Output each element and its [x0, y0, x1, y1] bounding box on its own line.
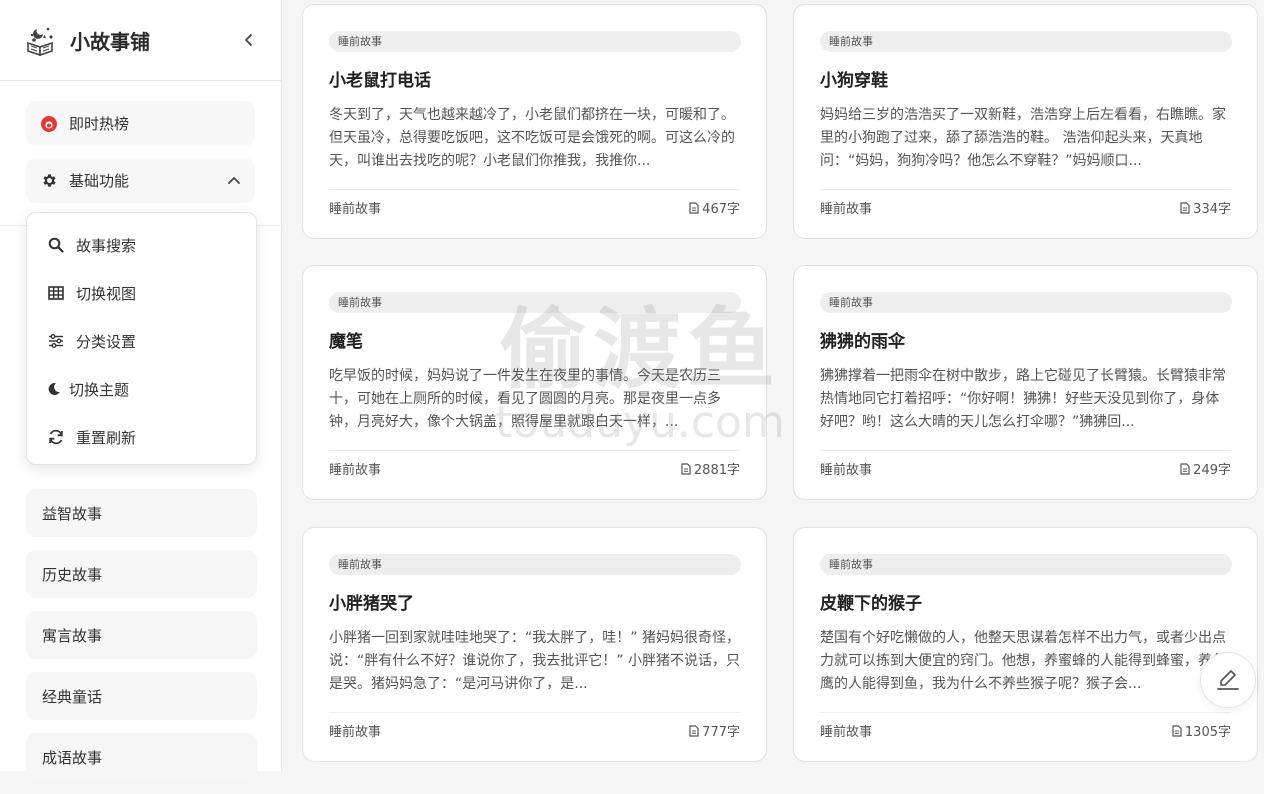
story-word-count: 1305字 [1172, 721, 1231, 740]
chevron-left-icon [245, 34, 252, 46]
pen-icon [1217, 670, 1239, 690]
nav-item-basic-label: 基础功能 [69, 172, 130, 190]
story-excerpt: 吃早饭的时候，妈妈说了一件发生在夜里的事情。今天是农历三十，可她在上厕所的时候，… [329, 368, 721, 430]
sliders-icon [47, 332, 65, 350]
nav-item-hot[interactable]: 即时热榜 [26, 101, 255, 146]
story-category: 睡前故事 [329, 463, 382, 478]
menu-item-category-settings[interactable]: 分类设置 [27, 317, 256, 365]
story-card[interactable]: 睡前故事 小胖猪哭了 小胖猪一回到家就哇哇地哭了：“我太胖了，哇！” 猪妈妈很奇… [302, 527, 767, 762]
nav-item-hot-label: 即时热榜 [69, 115, 130, 133]
story-card[interactable]: 睡前故事 皮鞭下的猴子 楚国有个好吃懒做的人，他整天思谋着怎样不出力气，或者少出… [793, 527, 1258, 762]
story-word-count-value: 1305字 [1184, 725, 1231, 740]
story-category: 睡前故事 [820, 463, 873, 478]
brand-title: 小故事铺 [70, 29, 150, 54]
brand-header: 小故事铺 [0, 0, 281, 81]
story-title: 皮鞭下的猴子 [820, 594, 922, 614]
story-excerpt: 狒狒撑着一把雨伞在树中散步，路上它碰见了长臂猿。长臂猿非常热情地同它打着招呼：“… [820, 368, 1226, 430]
story-card[interactable]: 睡前故事 小狗穿鞋 妈妈给三岁的浩浩买了一双新鞋，浩浩穿上后左看看，右瞧瞧。家里… [793, 4, 1258, 239]
story-word-count: 334字 [1180, 198, 1231, 217]
nav-item-basic[interactable]: 基础功能 [26, 158, 255, 203]
story-footer: 睡前故事 2881字 [329, 450, 740, 486]
menu-item-switch-view[interactable]: 切换视图 [27, 269, 256, 317]
story-tag: 睡前故事 [820, 292, 1232, 313]
document-icon [689, 201, 699, 214]
document-icon [689, 724, 699, 737]
story-word-count-value: 467字 [702, 202, 740, 217]
story-word-count: 2881字 [681, 459, 740, 478]
story-excerpt: 楚国有个好吃懒做的人，他整天思谋着怎样不出力气，或者少出点力就可以拣到大便宜的窍… [820, 630, 1226, 692]
sidebar-nav: 即时热榜 基础功能 [0, 81, 281, 203]
story-title: 小狗穿鞋 [820, 71, 888, 91]
story-word-count: 777字 [689, 721, 740, 740]
document-icon [681, 462, 691, 475]
refresh-icon [47, 428, 65, 446]
category-list: 益智故事 历史故事 寓言故事 经典童话 成语故事 [26, 489, 257, 794]
fire-icon [40, 115, 58, 133]
story-excerpt: 小胖猪一回到家就哇哇地哭了：“我太胖了，哇！” 猪妈妈很奇怪，说：“胖有什么不好… [329, 630, 740, 692]
story-category: 睡前故事 [329, 725, 382, 740]
document-icon [1180, 462, 1190, 475]
menu-item-search-label: 故事搜索 [76, 236, 137, 255]
document-icon [1172, 724, 1182, 737]
story-title: 小胖猪哭了 [329, 594, 414, 614]
story-word-count-value: 249字 [1193, 463, 1231, 478]
story-card[interactable]: 睡前故事 小老鼠打电话 冬天到了，天气也越来越冷了，小老鼠们都挤在一块，可暖和了… [302, 4, 767, 239]
category-item-history[interactable]: 历史故事 [26, 550, 257, 598]
menu-item-category-settings-label: 分类设置 [76, 332, 137, 351]
story-category: 睡前故事 [820, 725, 873, 740]
story-word-count: 467字 [689, 198, 740, 217]
book-logo-icon [27, 27, 53, 57]
grid-icon [47, 284, 65, 302]
menu-item-reset-refresh-label: 重置刷新 [76, 428, 137, 447]
search-icon [47, 236, 65, 254]
story-tag: 睡前故事 [329, 554, 741, 575]
menu-item-switch-theme[interactable]: 切换主题 [27, 365, 256, 413]
story-title: 魔笔 [329, 332, 363, 352]
gear-icon [40, 172, 58, 190]
story-word-count-value: 2881字 [693, 463, 740, 478]
story-footer: 睡前故事 777字 [329, 712, 740, 748]
story-category: 睡前故事 [820, 202, 873, 217]
category-item-fable[interactable]: 寓言故事 [26, 611, 257, 659]
story-grid: 睡前故事 小老鼠打电话 冬天到了，天气也越来越冷了，小老鼠们都挤在一块，可暖和了… [282, 0, 1264, 771]
story-excerpt: 妈妈给三岁的浩浩买了一双新鞋，浩浩穿上后左看看，右瞧瞧。家里的小狗跑了过来，舔了… [820, 107, 1226, 169]
menu-item-search[interactable]: 故事搜索 [27, 221, 256, 269]
menu-item-reset-refresh[interactable]: 重置刷新 [27, 413, 256, 461]
story-tag: 睡前故事 [820, 31, 1232, 52]
chevron-up-icon [228, 176, 240, 184]
story-excerpt: 冬天到了，天气也越来越冷了，小老鼠们都挤在一块，可暖和了。但天虽冷，总得要吃饭吧… [329, 107, 735, 169]
story-tag: 睡前故事 [329, 31, 741, 52]
moon-icon [47, 380, 61, 398]
write-story-button[interactable] [1200, 652, 1256, 708]
story-card[interactable]: 睡前故事 魔笔 吃早饭的时候，妈妈说了一件发生在夜里的事情。今天是农历三十，可她… [302, 265, 767, 500]
story-title: 狒狒的雨伞 [820, 332, 905, 352]
story-footer: 睡前故事 334字 [820, 189, 1231, 225]
story-footer: 睡前故事 1305字 [820, 712, 1231, 748]
story-word-count-value: 777字 [702, 725, 740, 740]
story-footer: 睡前故事 467字 [329, 189, 740, 225]
story-title: 小老鼠打电话 [329, 71, 431, 91]
document-icon [1180, 201, 1190, 214]
basic-functions-dropdown: 故事搜索 切换视图 分类设置 切换主题 重置刷新 [26, 212, 257, 465]
story-word-count-value: 334字 [1193, 202, 1231, 217]
story-tag: 睡前故事 [820, 554, 1232, 575]
collapse-sidebar-button[interactable] [239, 30, 259, 50]
story-card[interactable]: 睡前故事 狒狒的雨伞 狒狒撑着一把雨伞在树中散步，路上它碰见了长臂猿。长臂猿非常… [793, 265, 1258, 500]
menu-item-switch-view-label: 切换视图 [76, 284, 137, 303]
story-tag: 睡前故事 [329, 292, 741, 313]
story-category: 睡前故事 [329, 202, 382, 217]
menu-item-switch-theme-label: 切换主题 [69, 380, 130, 399]
story-footer: 睡前故事 249字 [820, 450, 1231, 486]
category-item-fairy-tale[interactable]: 经典童话 [26, 672, 257, 720]
category-item-idiom[interactable]: 成语故事 [26, 733, 257, 781]
category-item-puzzle[interactable]: 益智故事 [26, 489, 257, 537]
story-word-count: 249字 [1180, 459, 1231, 478]
